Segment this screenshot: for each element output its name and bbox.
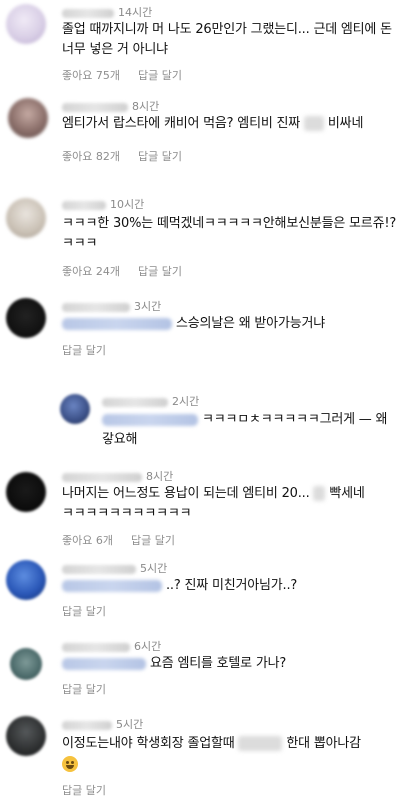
reply-button[interactable]: 답글 달기 xyxy=(138,150,182,163)
avatar[interactable] xyxy=(6,716,46,756)
comment-item: 6시간 요즘 엠티를 호텔로 가나? 답글 달기 xyxy=(0,634,404,700)
comment-meta: 8시간 xyxy=(62,468,173,484)
comment-text: ㅋㅋㅋ한 30%는 떼먹겠네ㅋㅋㅋㅋㅋ안해보신분들은 모르쥬!?ㅋㅋㅋ xyxy=(62,216,397,251)
comment-meta: 6시간 xyxy=(62,638,161,654)
reply-button[interactable]: 답글 달기 xyxy=(62,683,106,696)
mention-tag[interactable] xyxy=(102,413,198,426)
comment-actions: 답글 달기 xyxy=(62,342,124,358)
username[interactable] xyxy=(62,302,130,312)
username[interactable] xyxy=(62,200,106,210)
comment-meta: 10시간 xyxy=(62,196,144,212)
comment-item: 14시간 졸업 때까지니까 머 나도 26만인가 그랬는디... 근데 엠티에 … xyxy=(0,0,404,88)
comment-meta: 2시간 xyxy=(102,393,199,409)
username[interactable] xyxy=(62,102,128,112)
reply-button[interactable]: 답글 달기 xyxy=(62,344,106,357)
username[interactable] xyxy=(62,642,130,652)
comment-actions: 답글 달기 xyxy=(62,782,124,798)
avatar[interactable] xyxy=(6,560,46,600)
comment-text: 요즘 엠티를 호텔로 가나? xyxy=(62,654,398,674)
laughing-emoji-icon xyxy=(62,755,78,772)
timestamp: 8시간 xyxy=(132,100,160,113)
avatar[interactable] xyxy=(6,472,46,512)
mention-tag[interactable] xyxy=(62,317,172,330)
comment-text: 스승의날은 왜 받아가능거냐 xyxy=(62,314,398,334)
comment-meta: 3시간 xyxy=(62,298,161,314)
like-count[interactable]: 좋아요 6개 xyxy=(62,534,113,547)
like-count[interactable]: 좋아요 75개 xyxy=(62,69,120,82)
comment-text: ..? 진짜 미친거아님가..? xyxy=(62,576,398,596)
comment-text: 졸업 때까지니까 머 나도 26만인가 그랬는디... 근데 엠티에 돈 너무 … xyxy=(62,22,392,57)
comment-actions: 좋아요 75개 답글 달기 xyxy=(62,67,200,83)
comment-meta: 5시간 xyxy=(62,560,167,576)
timestamp: 14시간 xyxy=(118,6,153,19)
username[interactable] xyxy=(102,397,168,407)
comment-text: ㅋㅋㅋㅁㅊㅋㅋㅋㅋㅋ그러게 — 왜갛요해 xyxy=(102,412,388,447)
timestamp: 2시간 xyxy=(172,395,200,408)
censor-blur xyxy=(303,116,324,131)
like-count[interactable]: 좋아요 24개 xyxy=(62,265,120,278)
comment-meta: 8시간 xyxy=(62,98,159,114)
comment-item: 8시간 엠티가서 랍스타에 캐비어 먹음? 엠티비 진짜 비싸네 좋아요 82개… xyxy=(0,92,404,172)
reply-item: 2시간 ㅋㅋㅋㅁㅊㅋㅋㅋㅋㅋ그러게 — 왜갛요해 xyxy=(0,390,404,450)
username[interactable] xyxy=(62,8,114,18)
mention-tag[interactable] xyxy=(62,657,146,670)
reply-button[interactable]: 답글 달기 xyxy=(62,605,106,618)
username[interactable] xyxy=(62,472,142,482)
comment-item: 5시간 ..? 진짜 미친거아님가..? 답글 달기 xyxy=(0,556,404,622)
avatar[interactable] xyxy=(10,648,42,680)
comment-item: 3시간 스승의날은 왜 받아가능거냐 답글 달기 xyxy=(0,294,404,360)
reply-button[interactable]: 답글 달기 xyxy=(138,265,182,278)
reply-button[interactable]: 답글 달기 xyxy=(62,784,106,797)
reply-button[interactable]: 답글 달기 xyxy=(138,69,182,82)
censor-blur xyxy=(238,736,283,751)
timestamp: 6시간 xyxy=(134,640,162,653)
comment-text: 나머지는 어느정도 용납이 되는데 엠티비 20... 빡세네 ㅋㅋㅋㅋㅋㅋㅋㅋ… xyxy=(62,486,365,521)
comment-meta: 14시간 xyxy=(62,4,152,20)
avatar[interactable] xyxy=(6,298,46,338)
comment-item: 8시간 나머지는 어느정도 용납이 되는데 엠티비 20... 빡세네 ㅋㅋㅋㅋ… xyxy=(0,464,404,548)
avatar[interactable] xyxy=(6,198,46,238)
timestamp: 10시간 xyxy=(110,198,145,211)
username[interactable] xyxy=(62,720,112,730)
comment-text: 엠티가서 랍스타에 캐비어 먹음? 엠티비 진짜 비싸네 xyxy=(62,116,364,131)
timestamp: 5시간 xyxy=(116,718,144,731)
comment-actions: 좋아요 24개 답글 달기 xyxy=(62,263,200,279)
avatar[interactable] xyxy=(6,4,46,44)
timestamp: 8시간 xyxy=(146,470,174,483)
avatar[interactable] xyxy=(8,98,48,138)
mention-tag[interactable] xyxy=(62,579,162,592)
comment-actions: 답글 달기 xyxy=(62,681,124,697)
comment-actions: 좋아요 82개 답글 달기 xyxy=(62,148,200,164)
username[interactable] xyxy=(62,564,136,574)
comment-text: 이정도는내야 학생회장 졸업할때 한대 뽑아나감 xyxy=(62,734,398,774)
reply-button[interactable]: 답글 달기 xyxy=(131,534,175,547)
timestamp: 3시간 xyxy=(134,300,162,313)
comment-actions: 좋아요 6개 답글 달기 xyxy=(62,532,193,548)
comment-item: 5시간 이정도는내야 학생회장 졸업할때 한대 뽑아나감 답글 달기 xyxy=(0,712,404,800)
comment-item: 10시간 ㅋㅋㅋ한 30%는 떼먹겠네ㅋㅋㅋㅋㅋ안해보신분들은 모르쥬!?ㅋㅋㅋ… xyxy=(0,190,404,282)
censor-blur xyxy=(313,486,326,501)
like-count[interactable]: 좋아요 82개 xyxy=(62,150,120,163)
avatar[interactable] xyxy=(60,394,90,424)
comment-actions: 답글 달기 xyxy=(62,603,124,619)
comment-meta: 5시간 xyxy=(62,716,143,732)
timestamp: 5시간 xyxy=(140,562,168,575)
